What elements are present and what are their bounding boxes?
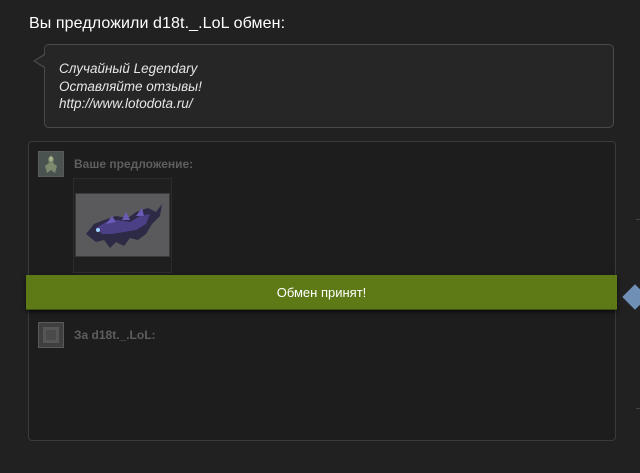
their-offer-label: За d18t._.LoL: <box>74 328 156 342</box>
message-line-2: Оставляйте отзывы! <box>59 78 202 94</box>
arrow-left-icon[interactable] <box>622 284 640 310</box>
message-line-1: Случайный Legendary <box>59 61 198 76</box>
scroll-divider <box>636 408 640 409</box>
your-offer-label: Ваше предложение: <box>74 157 194 171</box>
their-avatar-icon[interactable] <box>38 322 64 348</box>
scroll-divider <box>636 219 640 220</box>
page-title: Вы предложили d18t._.LoL обмен: <box>29 15 286 32</box>
creature-item-icon[interactable] <box>75 193 170 257</box>
trade-status-text: Обмен принят! <box>276 284 367 300</box>
trade-message-box: Случайный Legendary Оставляйте отзывы! h… <box>44 44 614 128</box>
your-avatar-icon[interactable] <box>38 151 64 177</box>
message-link[interactable]: http://www.lotodota.ru/ <box>59 95 613 113</box>
message-bubble-tail-fill <box>35 55 45 67</box>
trade-status-bar: Обмен принят! <box>26 275 617 310</box>
